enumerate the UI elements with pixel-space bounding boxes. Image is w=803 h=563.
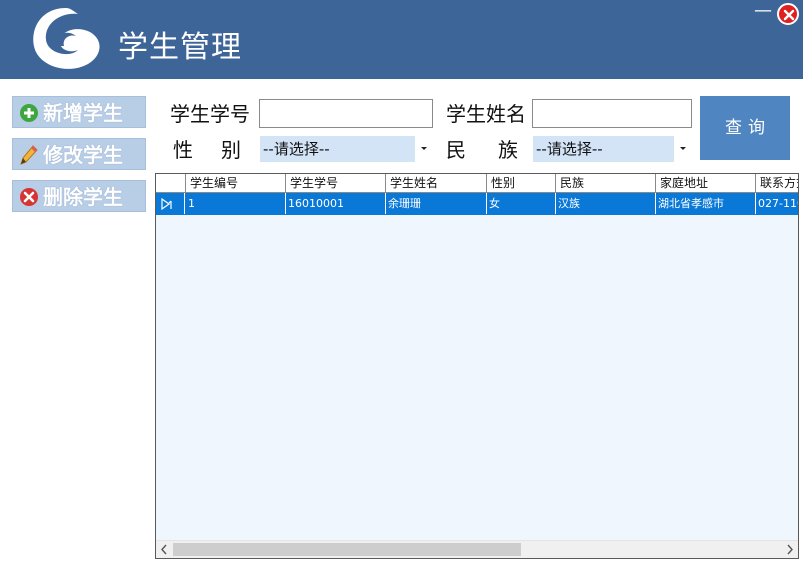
cell-student-name: 余珊珊 xyxy=(386,193,487,214)
delete-student-label: 删除学生 xyxy=(43,185,123,209)
column-header-student-id[interactable]: 学生编号 xyxy=(186,174,286,192)
pencil-icon xyxy=(19,145,39,165)
scrollbar-thumb[interactable] xyxy=(173,543,521,556)
horizontal-scrollbar[interactable] xyxy=(156,540,798,558)
student-data-grid[interactable]: 学生编号 学生学号 学生姓名 性别 民族 家庭地址 联系方式 1 1601000… xyxy=(155,173,799,559)
scroll-right-icon[interactable] xyxy=(781,541,798,558)
chevron-down-icon[interactable] xyxy=(674,136,691,162)
delete-student-button[interactable]: 删除学生 xyxy=(12,180,146,212)
column-header-student-name[interactable]: 学生姓名 xyxy=(386,174,487,192)
row-header-corner xyxy=(156,174,186,192)
column-header-student-no[interactable]: 学生学号 xyxy=(286,174,386,192)
gender-select[interactable]: --请选择-- xyxy=(260,136,432,162)
column-header-gender[interactable]: 性别 xyxy=(487,174,556,192)
gender-label: 性 别 xyxy=(173,138,245,162)
ethnicity-select[interactable]: --请选择-- xyxy=(533,136,691,162)
scroll-left-icon[interactable] xyxy=(156,541,173,558)
cell-gender: 女 xyxy=(487,193,556,214)
table-row[interactable]: 1 16010001 余珊珊 女 汉族 湖北省孝感市 027-110 xyxy=(156,193,798,215)
ethnicity-select-value: --请选择-- xyxy=(536,140,603,158)
column-header-ethnicity[interactable]: 民族 xyxy=(556,174,656,192)
chevron-down-icon[interactable] xyxy=(415,136,432,162)
swirl-logo-icon xyxy=(26,6,106,74)
grid-header: 学生编号 学生学号 学生姓名 性别 民族 家庭地址 联系方式 xyxy=(156,174,798,193)
cell-student-no: 16010001 xyxy=(286,193,386,214)
gender-select-value: --请选择-- xyxy=(263,140,330,158)
student-name-input[interactable] xyxy=(532,99,692,128)
title-bar: 学生管理 — xyxy=(0,0,803,79)
add-student-label: 新增学生 xyxy=(43,101,123,125)
query-button[interactable]: 查询 xyxy=(700,96,790,160)
minimize-button[interactable]: — xyxy=(754,2,772,22)
current-row-arrow-icon xyxy=(156,193,185,214)
edit-student-label: 修改学生 xyxy=(43,143,123,167)
student-no-input[interactable] xyxy=(259,99,433,128)
close-icon xyxy=(783,9,795,21)
cell-address: 湖北省孝感市 xyxy=(656,193,756,214)
cell-ethnicity: 汉族 xyxy=(556,193,656,214)
add-student-button[interactable]: 新增学生 xyxy=(12,96,146,128)
app-title: 学生管理 xyxy=(118,30,242,65)
column-header-address[interactable]: 家庭地址 xyxy=(656,174,756,192)
plus-icon xyxy=(19,103,39,123)
student-name-label: 学生姓名 xyxy=(446,102,526,126)
student-no-label: 学生学号 xyxy=(170,102,250,126)
cell-contact: 027-110 xyxy=(758,197,798,210)
ethnicity-label: 民 族 xyxy=(446,138,524,162)
delete-icon xyxy=(19,187,39,207)
student-management-window: 学生管理 — 新增学生 修改学生 删除学生 学生学号 学生姓名 性 别 --请选… xyxy=(0,0,803,563)
cell-student-id: 1 xyxy=(186,193,286,214)
column-header-contact[interactable]: 联系方式 xyxy=(756,174,798,192)
edit-student-button[interactable]: 修改学生 xyxy=(12,138,146,170)
close-button[interactable] xyxy=(777,3,799,25)
